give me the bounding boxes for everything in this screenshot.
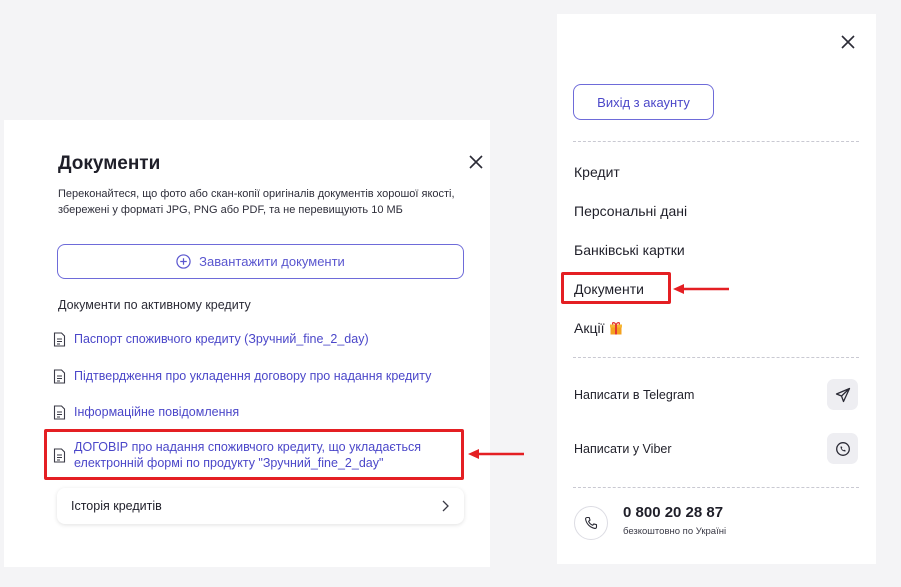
documents-title: Документи	[58, 153, 161, 174]
document-icon	[53, 332, 66, 347]
credit-history-row[interactable]: Історія кредитів	[57, 488, 464, 524]
menu-item-credit[interactable]: Кредит	[574, 164, 620, 180]
phone-note: безкоштовно по Україні	[623, 526, 727, 537]
document-link-label: Інформаційне повідомлення	[74, 405, 240, 419]
active-credit-documents-label: Документи по активному кредиту	[58, 298, 251, 312]
menu-item-promotions[interactable]: Акції	[574, 320, 623, 336]
documents-panel: Документи Переконайтеся, що фото або ска…	[4, 120, 524, 567]
document-link-passport[interactable]: Паспорт споживчого кредиту (Зручний_fine…	[53, 331, 369, 347]
upload-documents-button[interactable]: Завантажити документи	[57, 244, 464, 279]
divider	[573, 141, 859, 142]
divider	[573, 357, 859, 358]
credit-history-label: Історія кредитів	[71, 499, 162, 513]
arrow-pointer	[468, 449, 524, 459]
phone-button[interactable]	[574, 506, 608, 540]
viber-contact-label: Написати у Viber	[574, 442, 672, 456]
close-icon[interactable]	[838, 32, 858, 52]
document-link-label: Паспорт споживчого кредиту (Зручний_fine…	[74, 332, 369, 346]
chevron-right-icon	[442, 500, 449, 512]
document-link-label: Підтвердження про укладення договору про…	[74, 369, 432, 383]
phone-number[interactable]: 0 800 20 28 87	[623, 504, 723, 521]
menu-item-personal-data[interactable]: Персональні дані	[574, 203, 687, 219]
menu-item-bank-cards[interactable]: Банківські картки	[574, 242, 685, 258]
documents-description: Переконайтеся, що фото або скан-копії ор…	[58, 188, 455, 216]
plus-circle-icon	[176, 254, 191, 269]
viber-icon	[835, 441, 850, 456]
highlight-box-documents	[561, 272, 671, 304]
document-icon	[53, 369, 66, 384]
telegram-button[interactable]	[827, 379, 858, 410]
send-icon	[835, 387, 850, 402]
telegram-contact-label: Написати в Telegram	[574, 388, 695, 402]
upload-button-label: Завантажити документи	[199, 254, 345, 269]
document-icon	[53, 405, 66, 420]
gift-icon	[610, 322, 623, 335]
viber-button[interactable]	[827, 433, 858, 464]
phone-icon	[585, 516, 598, 529]
logout-button[interactable]: Вихід з акаунту	[573, 84, 714, 120]
divider	[573, 487, 859, 488]
menu-item-label: Акції	[574, 320, 605, 336]
account-menu-panel: Вихід з акаунту Кредит Персональні дані …	[557, 14, 876, 564]
arrow-pointer	[673, 284, 729, 294]
close-icon[interactable]	[466, 152, 486, 172]
document-link-confirmation[interactable]: Підтвердження про укладення договору про…	[53, 368, 431, 384]
highlight-box-contract	[44, 429, 464, 480]
document-link-info-notice[interactable]: Інформаційне повідомлення	[53, 404, 239, 420]
